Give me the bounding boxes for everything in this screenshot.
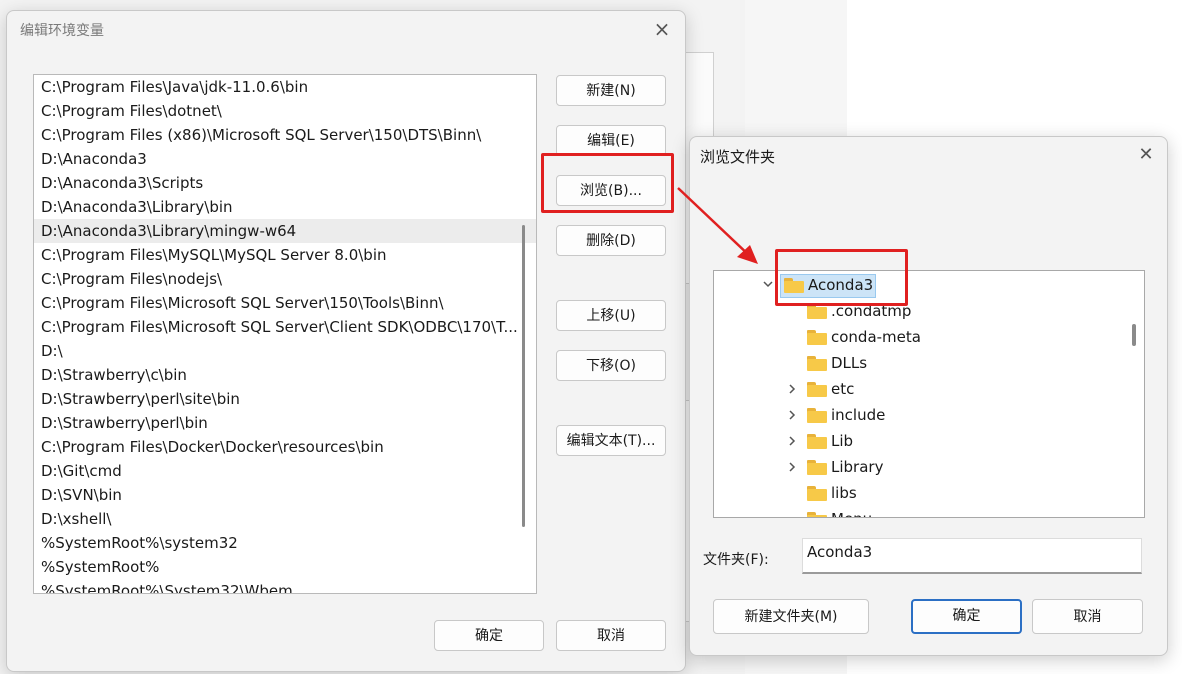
red-arrow-icon xyxy=(677,187,758,264)
